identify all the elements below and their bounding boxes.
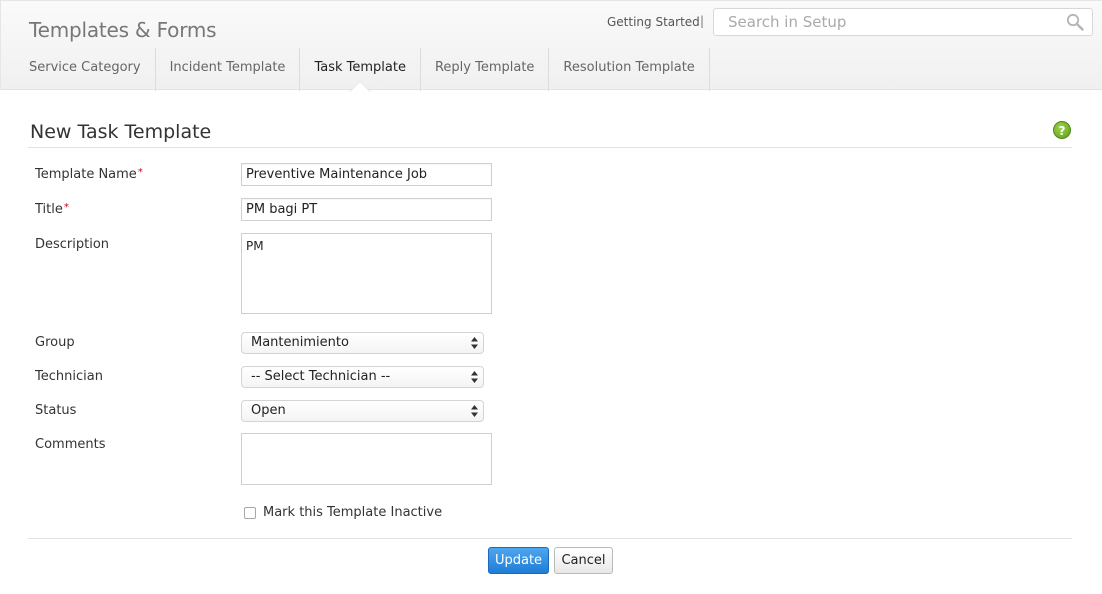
template-name-label: Template Name*	[35, 167, 143, 182]
required-marker: *	[137, 167, 143, 178]
form-title: New Task Template	[30, 121, 212, 143]
template-name-input[interactable]	[241, 163, 492, 186]
inactive-checkbox-label[interactable]: Mark this Template Inactive	[263, 505, 442, 520]
description-label: Description	[35, 237, 110, 252]
comments-textarea[interactable]	[241, 433, 492, 485]
tab-reply-template[interactable]: Reply Template	[421, 48, 550, 91]
group-select-value: Mantenimiento	[251, 335, 349, 350]
status-select-value: Open	[251, 403, 286, 418]
tab-incident-template[interactable]: Incident Template	[156, 48, 301, 91]
tab-task-template[interactable]: Task Template	[300, 48, 421, 92]
title-label: Title*	[35, 202, 69, 217]
status-label: Status	[35, 403, 77, 418]
select-arrows-icon	[471, 405, 478, 417]
tab-service-category[interactable]: Service Category	[15, 48, 156, 91]
setup-header: Templates & Forms Getting Started | Serv…	[0, 0, 1102, 92]
status-select[interactable]: Open	[241, 400, 484, 422]
technician-label: Technician	[35, 369, 103, 384]
select-arrows-icon	[471, 371, 478, 383]
getting-started-link[interactable]: Getting Started	[607, 15, 700, 29]
page-title: Templates & Forms	[29, 18, 217, 42]
help-icon[interactable]: ?	[1053, 121, 1071, 139]
group-label: Group	[35, 335, 75, 350]
required-marker: *	[63, 202, 69, 213]
inactive-checkbox[interactable]	[244, 506, 256, 519]
title-input[interactable]	[241, 198, 492, 221]
comments-label: Comments	[35, 437, 106, 452]
setup-search-box[interactable]	[713, 8, 1093, 36]
footer-divider	[28, 538, 1072, 539]
description-textarea[interactable]: PM	[241, 233, 492, 314]
group-select[interactable]: Mantenimiento	[241, 332, 484, 354]
template-tabs: Service Category Incident Template Task …	[15, 48, 710, 92]
title-divider	[28, 147, 1072, 148]
cancel-button[interactable]: Cancel	[554, 547, 613, 574]
title-label-text: Title	[35, 202, 63, 217]
template-name-label-text: Template Name	[35, 167, 137, 182]
select-arrows-icon	[471, 337, 478, 349]
update-button[interactable]: Update	[488, 547, 549, 574]
tab-resolution-template[interactable]: Resolution Template	[549, 48, 710, 91]
inactive-checkbox-row[interactable]: Mark this Template Inactive	[244, 505, 442, 520]
technician-select-value: -- Select Technician --	[251, 369, 391, 384]
header-separator: |	[700, 14, 705, 28]
search-icon[interactable]	[1066, 13, 1084, 31]
technician-select[interactable]: -- Select Technician --	[241, 366, 484, 388]
setup-search-input[interactable]	[728, 9, 1058, 35]
